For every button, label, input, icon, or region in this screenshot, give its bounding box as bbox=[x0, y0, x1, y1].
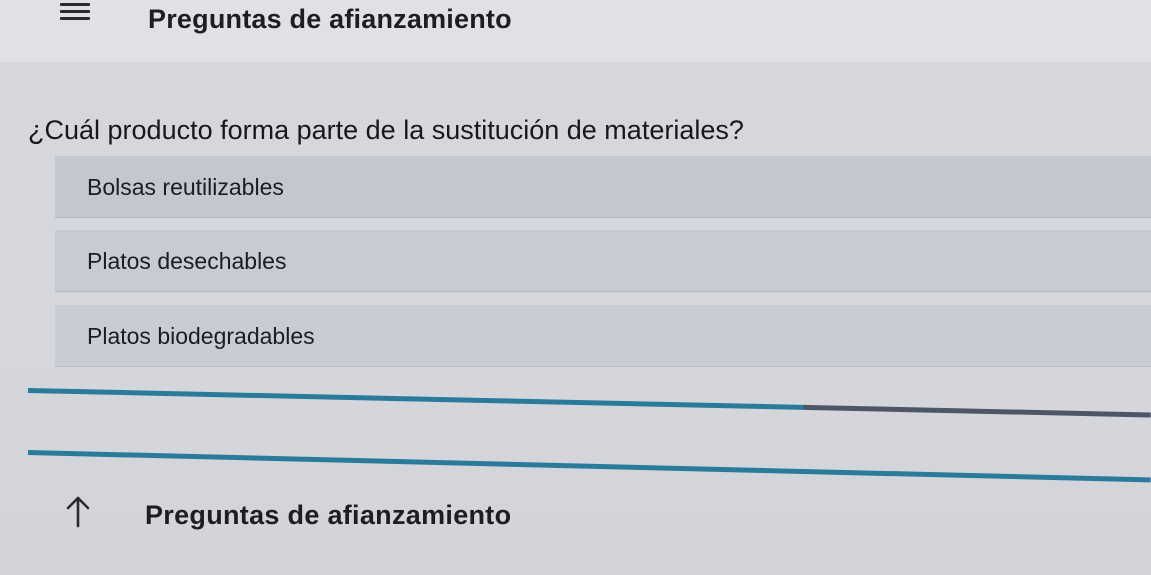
answer-option-label: Platos desechables bbox=[87, 248, 287, 274]
app-header: Preguntas de afianzamiento bbox=[0, 0, 1151, 62]
answer-option-label: Bolsas reutilizables bbox=[87, 174, 284, 200]
section-divider bbox=[27, 450, 1151, 483]
answer-option-1[interactable]: Bolsas reutilizables bbox=[55, 156, 1151, 218]
progress-bar-fill bbox=[27, 388, 803, 410]
question-text: ¿Cuál producto forma parte de la sustitu… bbox=[28, 115, 744, 145]
answer-option-2[interactable]: Platos desechables bbox=[55, 230, 1151, 292]
hamburger-menu-icon[interactable] bbox=[60, 0, 100, 40]
answer-option-3[interactable]: Platos biodegradables bbox=[55, 305, 1151, 367]
arrow-up-icon bbox=[66, 496, 90, 528]
page-title: Preguntas de afianzamiento bbox=[148, 4, 512, 34]
answer-option-label: Platos biodegradables bbox=[87, 323, 315, 349]
previous-section-button[interactable] bbox=[60, 488, 120, 532]
previous-section-label[interactable]: Preguntas de afianzamiento bbox=[145, 500, 511, 531]
progress-bar bbox=[27, 388, 1151, 418]
progress-bar-remaining bbox=[802, 404, 1151, 418]
